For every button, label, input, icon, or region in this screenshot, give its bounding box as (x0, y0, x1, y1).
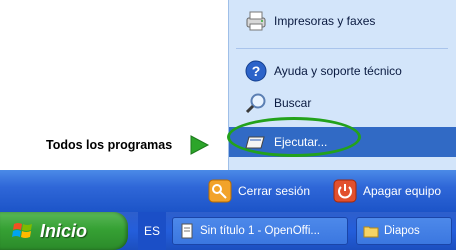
help-icon: ? (245, 60, 267, 82)
key-icon (208, 179, 232, 203)
language-indicator[interactable]: ES (138, 212, 166, 250)
windows-flag-icon (12, 223, 32, 238)
svg-text:?: ? (252, 63, 261, 79)
menu-item-search[interactable]: Buscar (228, 88, 456, 118)
logoff-button[interactable]: Cerrar sesión (208, 177, 310, 205)
panel-divider (228, 0, 229, 170)
menu-item-label: Buscar (274, 96, 312, 110)
folder-icon (363, 226, 379, 238)
search-icon (245, 93, 266, 114)
task-label: Sin título 1 - OpenOffi... (200, 225, 320, 237)
menu-item-help[interactable]: ? Ayuda y soporte técnico (228, 56, 456, 86)
all-programs-item[interactable]: Todos los programas (8, 131, 228, 159)
menu-item-printers[interactable]: Impresoras y faxes (228, 6, 456, 36)
all-programs-label: Todos los programas (46, 138, 173, 152)
power-icon (333, 179, 357, 203)
taskbar-button-diapos[interactable]: Diapos (356, 217, 452, 245)
start-menu-left-panel: Todos los programas (0, 0, 228, 170)
taskbar-button-openoffice[interactable]: Sin título 1 - OpenOffi... (172, 217, 348, 245)
shutdown-button[interactable]: Apagar equipo (333, 177, 441, 205)
highlight-circle (227, 117, 361, 157)
taskbar: Inicio ES Sin título 1 - OpenOffi... Dia… (0, 212, 456, 250)
logoff-label: Cerrar sesión (238, 184, 311, 198)
start-label: Inicio (40, 220, 88, 241)
printer-icon (246, 11, 266, 31)
task-label: Diapos (384, 225, 420, 237)
start-button[interactable]: Inicio (0, 212, 128, 250)
document-icon (181, 223, 193, 239)
menu-item-label: Ayuda y soporte técnico (274, 64, 402, 78)
divider (236, 48, 448, 49)
menu-item-label: Impresoras y faxes (274, 14, 376, 28)
green-arrow-icon (190, 135, 210, 155)
shutdown-label: Apagar equipo (363, 184, 442, 198)
start-menu-bottom-bar: Cerrar sesión Apagar equipo (0, 170, 456, 212)
